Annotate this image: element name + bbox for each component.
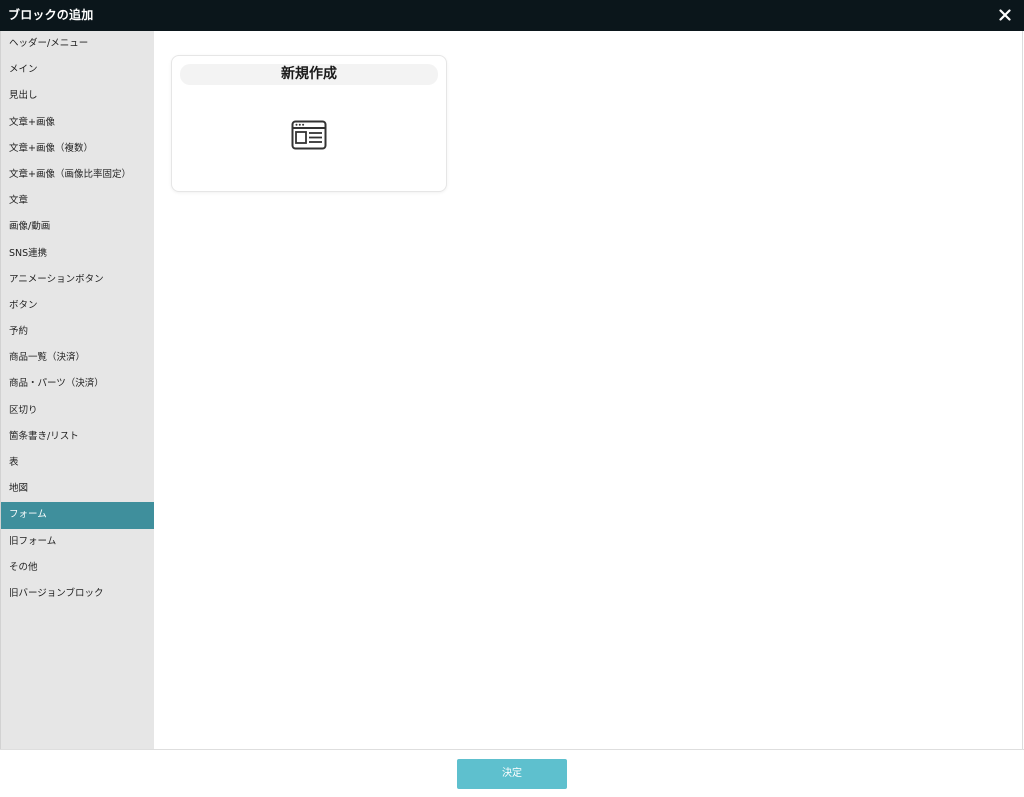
new-block-card[interactable]: 新規作成 — [171, 55, 447, 192]
sidebar-item-product-parts[interactable]: 商品・パーツ（決済） — [1, 371, 154, 397]
sidebar-item-animation-button[interactable]: アニメーションボタン — [1, 267, 154, 293]
sidebar-item-text-image-multiple[interactable]: 文章+画像（複数） — [1, 136, 154, 162]
sidebar-item-product-list[interactable]: 商品一覧（決済） — [1, 345, 154, 371]
sidebar-item-button[interactable]: ボタン — [1, 293, 154, 319]
sidebar-item-text-image-fixed-ratio[interactable]: 文章+画像（画像比率固定） — [1, 162, 154, 188]
sidebar-item-bullet-list[interactable]: 箇条書き/リスト — [1, 424, 154, 450]
sidebar-item-heading[interactable]: 見出し — [1, 83, 154, 109]
sidebar-item-divider[interactable]: 区切り — [1, 398, 154, 424]
sidebar-item-old-form[interactable]: 旧フォーム — [1, 529, 154, 555]
dialog-titlebar: ブロックの追加 — [0, 0, 1024, 31]
sidebar-item-table[interactable]: 表 — [1, 450, 154, 476]
sidebar-item-old-version-block[interactable]: 旧バージョンブロック — [1, 581, 154, 607]
sidebar-item-sns[interactable]: SNS連携 — [1, 241, 154, 267]
sidebar-item-image-video[interactable]: 画像/動画 — [1, 214, 154, 240]
sidebar-item-header-menu[interactable]: ヘッダー/メニュー — [1, 31, 154, 57]
block-list-panel: 新規作成 — [154, 31, 1023, 749]
sidebar-item-text-image[interactable]: 文章+画像 — [1, 110, 154, 136]
sidebar-item-form[interactable]: フォーム — [1, 502, 154, 529]
sidebar-item-main[interactable]: メイン — [1, 57, 154, 83]
close-icon — [999, 9, 1011, 21]
sidebar-item-map[interactable]: 地図 — [1, 476, 154, 502]
browser-window-icon — [291, 120, 327, 150]
close-button[interactable] — [994, 4, 1016, 26]
confirm-button[interactable]: 決定 — [457, 759, 567, 789]
sidebar-item-other[interactable]: その他 — [1, 555, 154, 581]
block-category-sidebar: ヘッダー/メニュー メイン 見出し 文章+画像 文章+画像（複数） 文章+画像（… — [0, 31, 154, 749]
dialog-footer: 決定 — [0, 749, 1024, 797]
card-title: 新規作成 — [180, 64, 438, 85]
sidebar-item-text[interactable]: 文章 — [1, 188, 154, 214]
dialog-title: ブロックの追加 — [8, 8, 94, 22]
sidebar-item-reservation[interactable]: 予約 — [1, 319, 154, 345]
